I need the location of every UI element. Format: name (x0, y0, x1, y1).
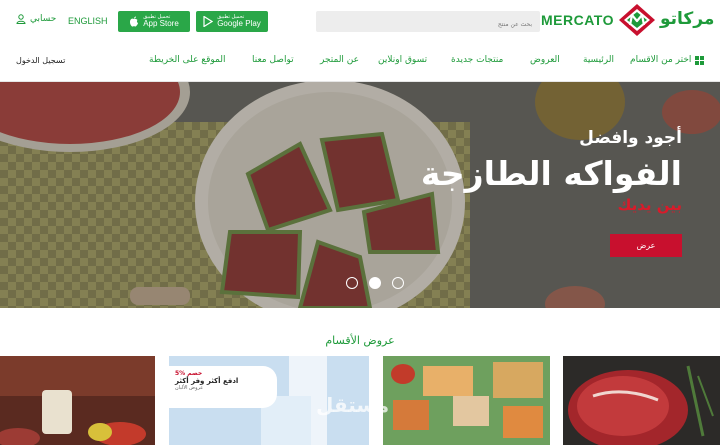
promo-discount: 5% خصم (175, 370, 203, 377)
slider-dot-2[interactable] (369, 277, 381, 289)
app-store-label: App Store (143, 19, 179, 28)
top-header: حسابي ENGLISH تحميل تطبيق App Store تحمي… (0, 0, 720, 42)
category-card-meat[interactable] (563, 356, 720, 445)
account-link[interactable]: حسابي (16, 14, 56, 24)
categories-label: اختر من الاقسام (630, 55, 692, 65)
google-play-icon (203, 16, 214, 27)
section-title: عروض الأقسام (325, 334, 395, 347)
nav-item-shop-online[interactable]: تسوق اونلاين (378, 55, 427, 65)
category-card-frozen[interactable] (383, 356, 550, 445)
watermark-text: مستقل (316, 393, 390, 417)
nav-item-new-products[interactable]: منتجات جديدة (451, 55, 503, 65)
promo-category: عروض الألبان (175, 385, 204, 391)
meat-image (563, 356, 720, 445)
promo-badge: 5% خصم ادفع أكثر وفر أكثر عروض الألبان (169, 366, 277, 408)
nav-item-map[interactable]: الموقع على الخريطة (149, 55, 226, 65)
slider-dot-1[interactable] (346, 277, 358, 289)
user-icon (16, 14, 26, 24)
nav-item-about[interactable]: عن المتجر (320, 55, 359, 65)
nav-item-offers[interactable]: العروض (530, 55, 560, 65)
hero-line-3: بين يديك (617, 196, 682, 214)
login-link[interactable]: تسجيل الدخول (16, 56, 65, 65)
search-input[interactable] (316, 14, 540, 35)
categories-menu[interactable]: اختر من الاقسام (630, 55, 705, 65)
hero-watermelon-image (0, 82, 720, 308)
account-label: حسابي (30, 14, 57, 24)
nav-item-home[interactable]: الرئيسية (583, 55, 614, 65)
app-store-button[interactable]: تحميل تطبيق App Store (118, 11, 190, 32)
hero-view-button[interactable]: عرض (610, 234, 682, 257)
grid-icon (695, 55, 705, 65)
language-switch[interactable]: ENGLISH (68, 16, 108, 26)
hero-line-1: أجود وافضل (579, 128, 682, 148)
search-box (316, 11, 540, 35)
drinks-image (0, 356, 155, 445)
promo-headline: ادفع أكثر وفر أكثر (175, 377, 239, 385)
category-card-dairy-drinks[interactable] (0, 356, 155, 445)
google-play-label: Google Play (217, 19, 261, 28)
apple-icon (130, 16, 139, 27)
mercato-logo-icon (619, 4, 655, 36)
slider-dot-3[interactable] (392, 277, 404, 289)
nav-item-contact[interactable]: تواصل معنا (252, 55, 294, 65)
frozen-vegetables-image (383, 356, 550, 445)
hero-slider: أجود وافضل الفواكه الطازجة بين يديك عرض (0, 82, 720, 308)
hero-headline: الفواكه الطازجة (420, 154, 682, 193)
google-play-button[interactable]: تحميل تطبيق Google Play (196, 11, 268, 32)
main-nav: تسجيل الدخول الموقع على الخريطة تواصل مع… (0, 42, 720, 82)
logo-text-en: MERCATO (541, 12, 614, 28)
logo-text-ar: مركاتو (660, 9, 715, 29)
